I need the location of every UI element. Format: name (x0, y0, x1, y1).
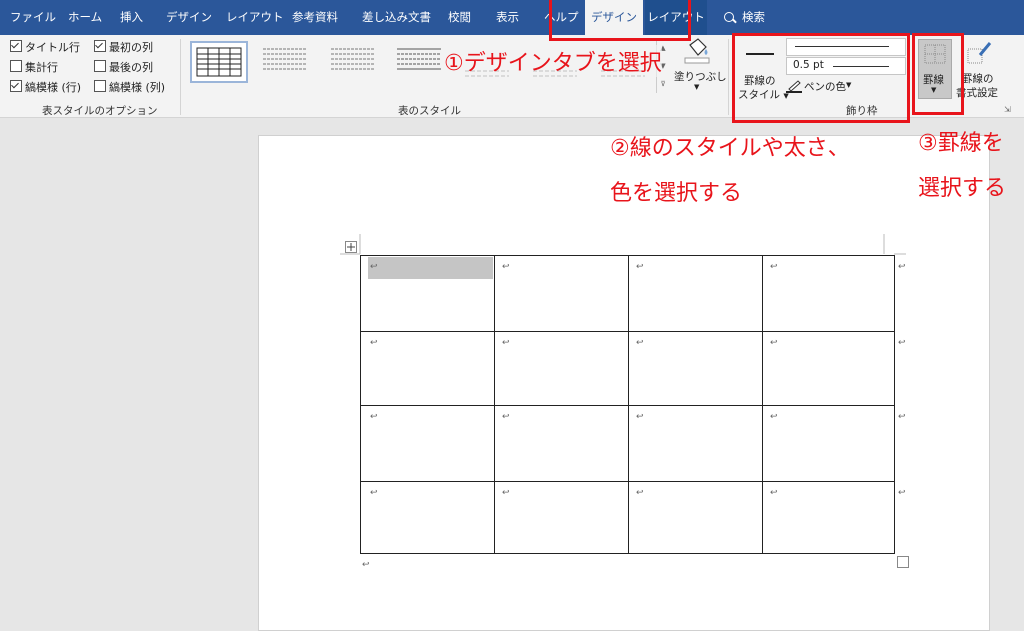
cell-end-mark: ↩ (636, 412, 644, 422)
cell-end-mark: ↩ (370, 488, 378, 498)
annotation-step-3-line-2: 選択する (918, 176, 1007, 201)
cell-end-mark: ↩ (502, 488, 510, 498)
cell-end-mark: ↩ (502, 338, 510, 348)
row-end-mark: ↩ (898, 412, 906, 422)
cell-end-mark: ↩ (770, 412, 778, 422)
cell-end-mark: ↩ (636, 488, 644, 498)
table-resize-handle[interactable] (897, 556, 909, 568)
cell-end-mark: ↩ (502, 412, 510, 422)
annotation-step-1: ①デザインタブを選択 (444, 45, 662, 77)
highlight-borders-options (732, 33, 910, 123)
cell-end-mark: ↩ (370, 338, 378, 348)
row-end-mark: ↩ (898, 262, 906, 272)
annotation-step-2-line-1: ②線のスタイルや太さ、 (610, 136, 850, 161)
row-end-mark: ↩ (898, 338, 906, 348)
row-end-mark: ↩ (898, 488, 906, 498)
cell-end-mark: ↩ (770, 262, 778, 272)
cell-end-mark: ↩ (770, 488, 778, 498)
highlight-borders-button (912, 33, 964, 115)
cell-end-mark: ↩ (636, 338, 644, 348)
cell-end-mark: ↩ (636, 262, 644, 272)
annotation-step-3-line-1: ③罫線を (918, 131, 1004, 156)
selected-cell-highlight (368, 257, 493, 279)
paragraph-mark: ↩ (362, 560, 370, 570)
highlight-design-tab (549, 0, 691, 41)
table-grid (360, 255, 895, 554)
cell-end-mark: ↩ (770, 338, 778, 348)
cell-end-mark: ↩ (370, 412, 378, 422)
annotation-step-2-line-2: 色を選択する (610, 181, 743, 206)
cell-end-mark: ↩ (370, 262, 378, 272)
cell-end-mark: ↩ (502, 262, 510, 272)
